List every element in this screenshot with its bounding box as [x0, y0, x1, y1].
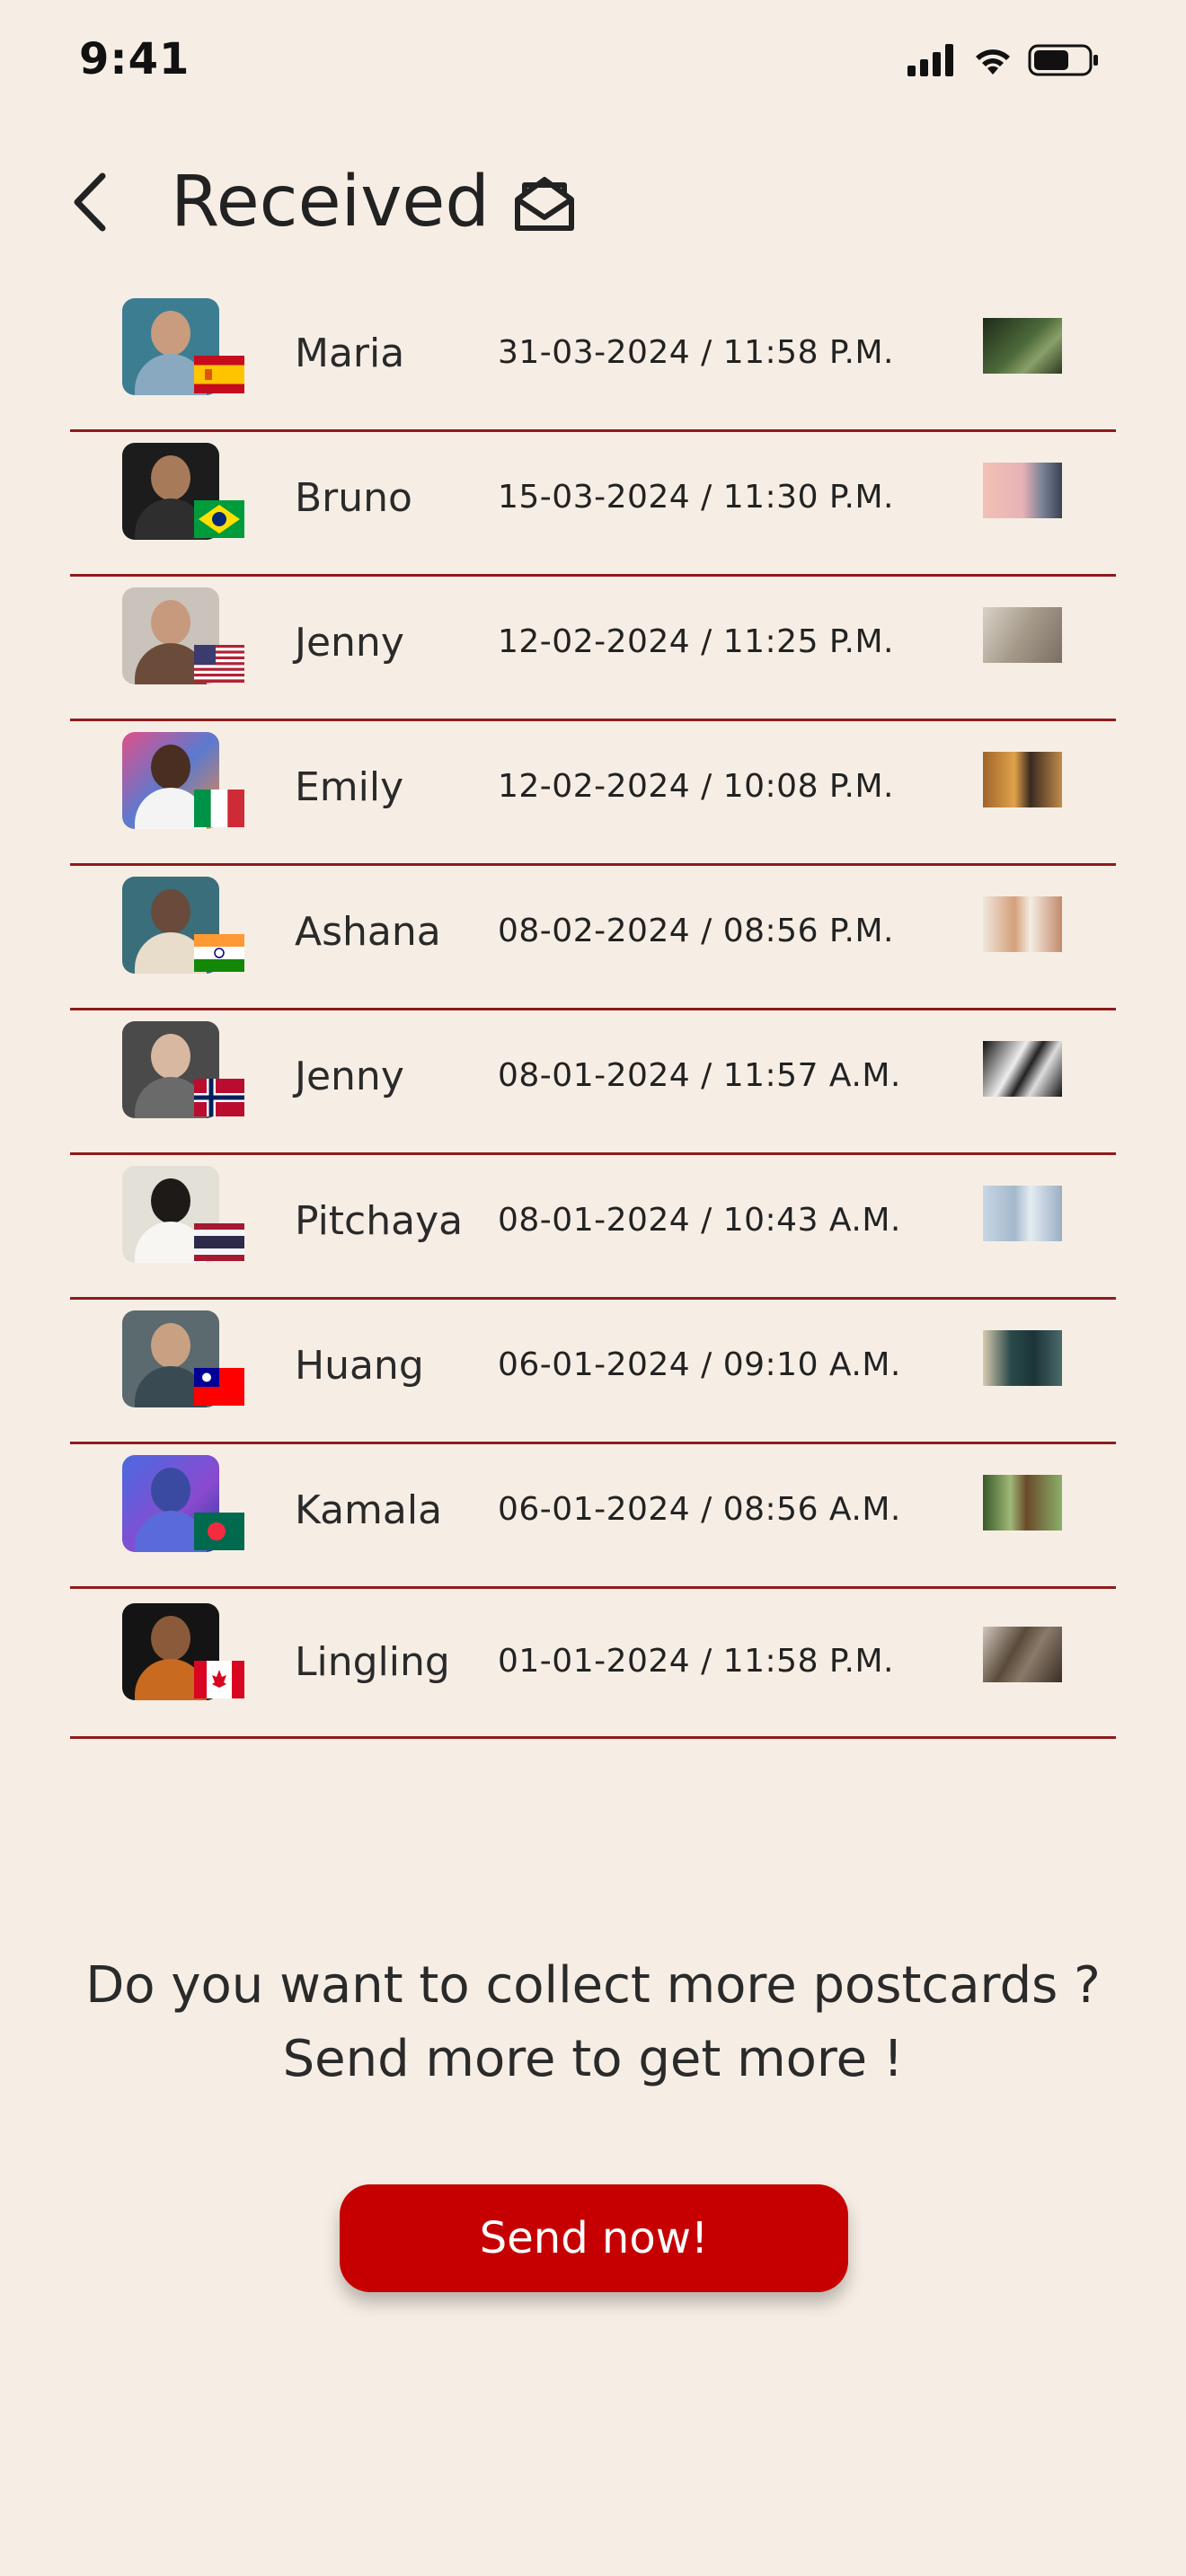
- postcard-thumbnail[interactable]: [983, 752, 1062, 807]
- postcard-thumbnail[interactable]: [983, 896, 1062, 952]
- promo-text: Do you want to collect more postcards ? …: [0, 1949, 1186, 2096]
- list-item[interactable]: Kamala 06-01-2024 / 08:56 A.M.: [70, 1444, 1116, 1589]
- received-datetime: 12-02-2024 / 11:25 P.M.: [498, 623, 894, 660]
- sender-name: Pitchaya: [295, 1198, 464, 1244]
- battery-icon: [1028, 44, 1098, 76]
- status-icons: [907, 43, 1100, 77]
- received-datetime: 08-01-2024 / 10:43 A.M.: [498, 1202, 901, 1239]
- header: Received: [0, 153, 1186, 251]
- flag-bangladesh-icon: [194, 1513, 244, 1550]
- flag-india-icon: [194, 934, 244, 972]
- sender-name: Jenny: [295, 620, 404, 666]
- sender-name: Kamala: [295, 1487, 443, 1533]
- flag-taiwan-icon: [194, 1368, 244, 1406]
- postcard-thumbnail[interactable]: [983, 1330, 1062, 1386]
- envelope-open-icon: [515, 177, 574, 231]
- list-item[interactable]: Jenny 08-01-2024 / 11:57 A.M.: [70, 1010, 1116, 1155]
- received-datetime: 08-01-2024 / 11:57 A.M.: [498, 1057, 901, 1094]
- flag-norway-icon: [194, 1079, 244, 1116]
- list-item[interactable]: Pitchaya 08-01-2024 / 10:43 A.M.: [70, 1155, 1116, 1300]
- flag-thailand-icon: [194, 1223, 244, 1261]
- sender-name: Maria: [295, 331, 405, 376]
- status-bar: 9:41: [0, 0, 1186, 126]
- postcard-thumbnail[interactable]: [983, 1627, 1062, 1682]
- promo-line-2: Send more to get more !: [282, 2030, 904, 2088]
- postcard-thumbnail[interactable]: [983, 1475, 1062, 1531]
- received-datetime: 12-02-2024 / 10:08 P.M.: [498, 768, 894, 805]
- back-button[interactable]: [63, 171, 117, 234]
- flag-brazil-icon: [194, 500, 244, 538]
- flag-italy-icon: [194, 790, 244, 827]
- postcard-thumbnail[interactable]: [983, 607, 1062, 663]
- list-item[interactable]: Jenny 12-02-2024 / 11:25 P.M.: [70, 577, 1116, 721]
- received-datetime: 31-03-2024 / 11:58 P.M.: [498, 334, 894, 371]
- list-item[interactable]: Emily 12-02-2024 / 10:08 P.M.: [70, 721, 1116, 866]
- page-title: Received: [171, 162, 490, 243]
- postcard-thumbnail[interactable]: [983, 318, 1062, 374]
- postcard-thumbnail[interactable]: [983, 1186, 1062, 1241]
- sender-name: Emily: [295, 764, 404, 810]
- sender-name: Lingling: [295, 1639, 450, 1685]
- received-datetime: 08-02-2024 / 08:56 P.M.: [498, 913, 894, 949]
- list-item[interactable]: Maria 31-03-2024 / 11:58 P.M.: [70, 287, 1116, 432]
- flag-canada-icon: [194, 1661, 244, 1698]
- send-now-button[interactable]: Send now!: [340, 2184, 848, 2292]
- wifi-icon: [976, 49, 1010, 75]
- sender-name: Huang: [295, 1343, 424, 1389]
- received-datetime: 01-01-2024 / 11:58 P.M.: [498, 1643, 894, 1680]
- sender-name: Bruno: [295, 475, 412, 521]
- promo-line-1: Do you want to collect more postcards ?: [85, 1956, 1101, 2015]
- list-item[interactable]: Ashana 08-02-2024 / 08:56 P.M.: [70, 866, 1116, 1010]
- list-item[interactable]: Huang 06-01-2024 / 09:10 A.M.: [70, 1300, 1116, 1444]
- flag-usa-icon: [194, 645, 244, 683]
- list-item[interactable]: Lingling 01-01-2024 / 11:58 P.M.: [70, 1589, 1116, 1739]
- sender-name: Jenny: [295, 1054, 404, 1099]
- received-datetime: 15-03-2024 / 11:30 P.M.: [498, 479, 894, 516]
- chevron-left-icon: [74, 172, 106, 232]
- flag-spain-icon: [194, 356, 244, 393]
- received-datetime: 06-01-2024 / 08:56 A.M.: [498, 1491, 901, 1528]
- signal-icon: [907, 44, 953, 76]
- received-datetime: 06-01-2024 / 09:10 A.M.: [498, 1346, 901, 1383]
- list-item[interactable]: Bruno 15-03-2024 / 11:30 P.M.: [70, 432, 1116, 577]
- received-list: Maria 31-03-2024 / 11:58 P.M. Bruno 15-0…: [70, 287, 1116, 1739]
- postcard-thumbnail[interactable]: [983, 1041, 1062, 1097]
- sender-name: Ashana: [295, 909, 441, 955]
- status-time: 9:41: [79, 34, 190, 84]
- postcard-thumbnail[interactable]: [983, 463, 1062, 518]
